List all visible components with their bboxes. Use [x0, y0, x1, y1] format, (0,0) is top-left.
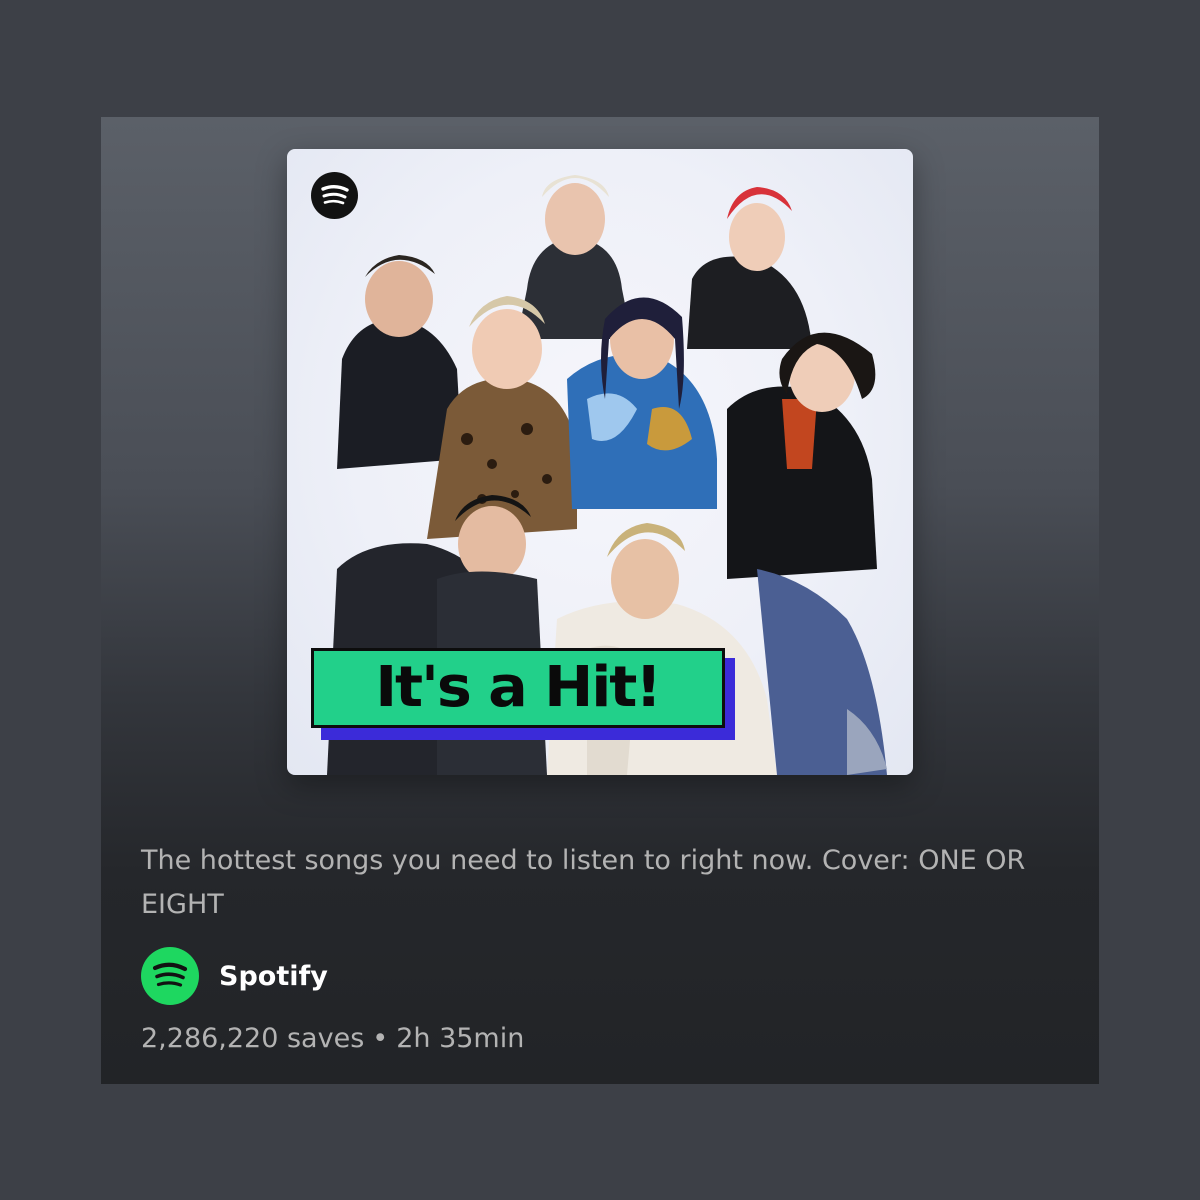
playlist-owner[interactable]: Spotify	[141, 947, 328, 1005]
playlist-description: The hottest songs you need to listen to …	[141, 845, 1026, 920]
playlist-card: It's a Hit! The hottest songs you need t…	[101, 117, 1099, 1084]
spotify-avatar-icon[interactable]	[141, 947, 199, 1005]
playlist-duration: 2h 35min	[396, 1023, 525, 1054]
playlist-meta: 2,286,220 saves • 2h 35min	[141, 1023, 524, 1054]
its-a-hit-badge: It's a Hit!	[311, 648, 735, 740]
saves-count: 2,286,220 saves	[141, 1023, 365, 1054]
owner-name-link[interactable]: Spotify	[219, 961, 328, 992]
playlist-cover-image[interactable]: It's a Hit!	[287, 149, 913, 775]
badge-face: It's a Hit!	[311, 648, 725, 728]
spotify-logo-icon	[311, 172, 358, 219]
meta-separator: •	[372, 1023, 389, 1054]
badge-text: It's a Hit!	[375, 655, 663, 720]
